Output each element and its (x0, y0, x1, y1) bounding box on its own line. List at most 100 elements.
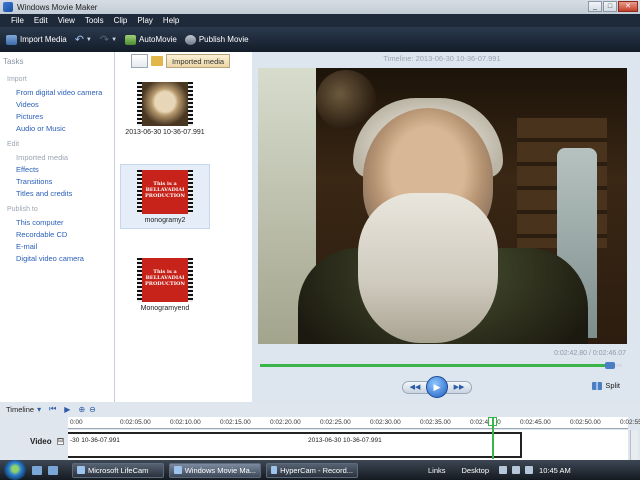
redo-icon[interactable]: ↷ (100, 33, 109, 46)
taskbar: Microsoft LifeCam Windows Movie Ma... Hy… (0, 460, 640, 480)
taskbar-label: HyperCam - Record... (280, 465, 353, 475)
playhead[interactable] (492, 417, 494, 459)
menu-file[interactable]: File (6, 16, 29, 25)
import-media-label: Import Media (20, 35, 67, 44)
ruler-tick: 0:02:45.00 (520, 419, 551, 426)
task-imported-media[interactable]: Imported media (16, 153, 68, 162)
previous-frame-button[interactable]: ◀◀ (402, 380, 428, 394)
rewind-icon[interactable]: ⏮ (49, 404, 56, 414)
film-strip (137, 170, 142, 214)
seek-thumb[interactable] (604, 362, 615, 369)
menu-edit[interactable]: Edit (29, 16, 53, 25)
edit-heading: Edit (7, 141, 20, 148)
maximize-button[interactable]: □ (603, 1, 617, 12)
folder-icon[interactable] (151, 56, 163, 66)
timeline-view-toggle[interactable]: Timeline (6, 405, 34, 414)
window-title: Windows Movie Maker (17, 2, 98, 12)
preview-title: Timeline: 2013-06-30 10-36-07.991 (383, 54, 501, 63)
task-digital-camera[interactable]: Digital video camera (16, 254, 84, 263)
next-frame-button[interactable]: ▶▶ (446, 380, 472, 394)
task-from-camera[interactable]: From digital video camera (16, 88, 102, 97)
video-track[interactable]: -30 10-36-07.991 2013-06-30 10-36-07.991 (68, 430, 628, 460)
taskbar-lifecam[interactable]: Microsoft LifeCam (72, 462, 164, 478)
vertical-scrollbar[interactable] (630, 430, 638, 460)
video-frame[interactable] (258, 68, 627, 344)
task-transitions[interactable]: Transitions (16, 177, 52, 186)
track-collapse-icon[interactable]: ⊟ (57, 438, 64, 445)
taskbar-hypercam[interactable]: HyperCam - Record... (266, 462, 358, 478)
network-icon[interactable] (499, 466, 508, 474)
ruler-tick: 0:02:30.00 (370, 419, 401, 426)
menu-clip[interactable]: Clip (109, 16, 133, 25)
import-media-button[interactable]: Import Media (6, 34, 67, 45)
movie-maker-icon (3, 2, 13, 12)
desktop-toolbar[interactable]: Desktop (462, 466, 490, 475)
task-audio-music[interactable]: Audio or Music (16, 124, 66, 133)
collection-pane: Imported media 2013-06-30 10-36-07.991 T… (115, 52, 252, 402)
undo-icon[interactable]: ↶ (75, 33, 84, 46)
quicklaunch-desktop-icon[interactable] (32, 465, 42, 475)
ruler-tick: 0:00 (70, 419, 83, 426)
clip-item[interactable]: This is a BELLAVADIAI PRODUCTION Monogra… (120, 258, 210, 312)
clip-label: Monogramyend (140, 305, 190, 312)
video-track-label: Video (30, 437, 52, 446)
redo-dropdown-icon[interactable]: ▼ (111, 37, 117, 43)
timeline-ruler[interactable]: 0:00 0:02:05.00 0:02:10.00 0:02:15.00 0:02:2… (68, 417, 640, 429)
menu-tools[interactable]: Tools (80, 16, 109, 25)
publish-movie-label: Publish Movie (198, 35, 249, 44)
volume-icon[interactable] (512, 466, 521, 474)
tray-app-icon[interactable] (525, 466, 534, 474)
video-person-beard (358, 193, 498, 343)
zoom-in-icon[interactable]: ⊕ (78, 405, 85, 414)
task-videos[interactable]: Videos (16, 100, 39, 109)
clock[interactable]: 10:45 AM (539, 466, 571, 475)
task-pictures[interactable]: Pictures (16, 112, 43, 121)
split-label: Split (605, 381, 620, 390)
close-button[interactable]: ✕ (618, 1, 638, 12)
taskbar-movie-maker[interactable]: Windows Movie Ma... (169, 462, 261, 478)
toolbar: Import Media ↶ ▼ ↷ ▼ AutoMovie Publish M… (0, 27, 640, 52)
time-readout: 0:02:42.80 / 0:02:46.07 (553, 350, 626, 357)
clip-label: monogramy2 (144, 217, 186, 224)
import-icon (6, 34, 17, 45)
clip-item-selected[interactable]: This is a BELLAVADIAI PRODUCTION monogra… (120, 164, 210, 229)
undo-dropdown-icon[interactable]: ▼ (86, 37, 92, 43)
task-effects[interactable]: Effects (16, 165, 39, 174)
split-button[interactable]: Split (592, 381, 620, 390)
movie-maker-icon (174, 466, 182, 474)
clip-thumbnail (137, 82, 193, 126)
window-controls: _ □ ✕ (588, 1, 638, 12)
task-email[interactable]: E-mail (16, 242, 37, 251)
film-strip (188, 82, 193, 126)
timeline-dropdown-icon[interactable]: ▾ (37, 405, 41, 414)
task-titles-credits[interactable]: Titles and credits (16, 189, 72, 198)
seek-bar[interactable] (260, 362, 622, 369)
title-card: This is a BELLAVADIAI PRODUCTION (142, 170, 188, 214)
automovie-button[interactable]: AutoMovie (125, 34, 177, 45)
ruler-tick: 0:02:50.00 (570, 419, 601, 426)
tasks-pane: Tasks Import From digital video camera V… (0, 52, 115, 402)
menu-help[interactable]: Help (158, 16, 184, 25)
publish-movie-button[interactable]: Publish Movie (184, 34, 249, 45)
links-toolbar[interactable]: Links (428, 466, 446, 475)
timeline-play-icon[interactable]: ▶ (64, 405, 70, 414)
task-recordable-cd[interactable]: Recordable CD (16, 230, 67, 239)
timeline-toolbar: Timeline ▾ ⏮ ▶ ⊕ ⊖ (0, 402, 640, 416)
menu-play[interactable]: Play (132, 16, 158, 25)
menu-view[interactable]: View (53, 16, 80, 25)
zoom-out-icon[interactable]: ⊖ (89, 405, 96, 414)
film-strip (188, 258, 193, 302)
minimize-button[interactable]: _ (588, 1, 602, 12)
task-this-computer[interactable]: This computer (16, 218, 64, 227)
clip-item[interactable]: 2013-06-30 10-36-07.991 (120, 82, 210, 136)
timeline-clip[interactable]: -30 10-36-07.991 2013-06-30 10-36-07.991 (68, 432, 522, 458)
imported-media-button[interactable]: Imported media (166, 54, 231, 68)
quicklaunch-switch-icon[interactable] (48, 465, 58, 475)
ruler-tick: 0:02:25.00 (320, 419, 351, 426)
film-strip (137, 258, 142, 302)
clip-label: 2013-06-30 10-36-07.991 (125, 129, 205, 136)
clip-thumbnail: This is a BELLAVADIAI PRODUCTION (137, 258, 193, 302)
play-button[interactable]: ▶ (426, 376, 448, 398)
view-toggle-button[interactable] (131, 54, 148, 68)
start-button[interactable] (4, 460, 26, 480)
